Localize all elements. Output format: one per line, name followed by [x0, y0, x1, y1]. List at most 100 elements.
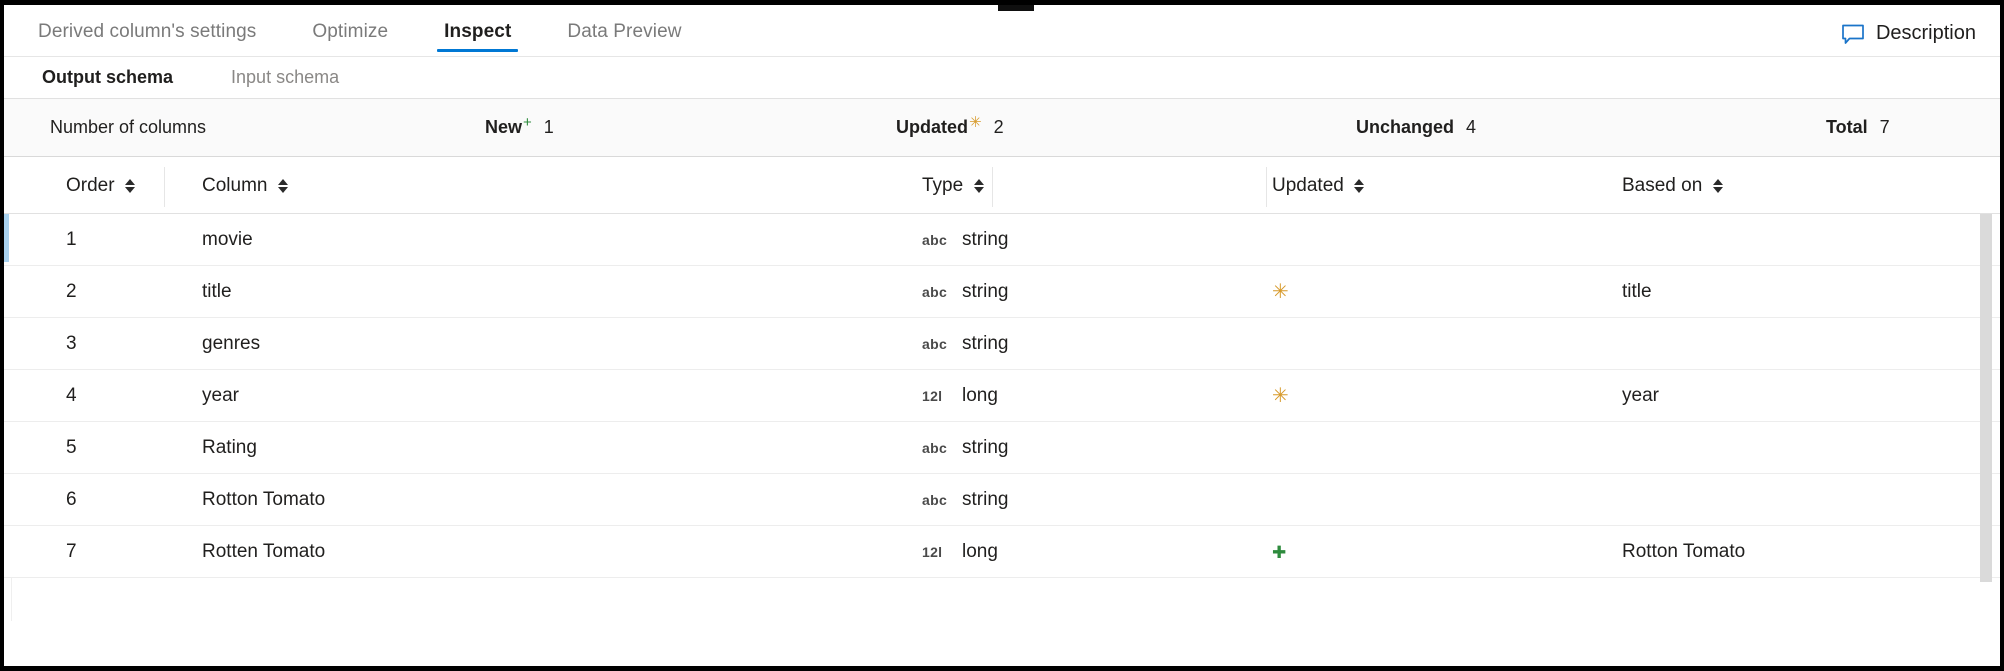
sort-icon[interactable] [973, 176, 984, 196]
cell-column: movie [202, 214, 253, 266]
cell-column: Rotton Tomato [202, 474, 325, 526]
tab-label: Data Preview [567, 21, 681, 42]
cell-column: genres [202, 318, 260, 370]
stat-updated: Updated ✳ 2 [896, 117, 1004, 138]
column-header-label: Order [66, 175, 115, 197]
schema-tab-input[interactable]: Input schema [231, 67, 339, 88]
column-header-column[interactable]: Column [202, 157, 288, 214]
schema-tab-label: Output schema [42, 67, 173, 87]
stat-updated-label: Updated [896, 117, 968, 138]
column-header-label: Updated [1272, 175, 1344, 197]
column-header-label: Based on [1622, 175, 1702, 197]
vertical-scrollbar[interactable] [1980, 214, 1992, 614]
cell-order: 5 [66, 422, 77, 474]
stat-updated-value: 2 [994, 117, 1004, 138]
sort-icon[interactable] [125, 176, 136, 196]
new-plus-icon: + [523, 115, 532, 130]
type-label: long [962, 385, 998, 407]
type-string-icon: abc [922, 284, 948, 300]
description-label: Description [1876, 22, 1976, 45]
type-string-icon: abc [922, 232, 948, 248]
tab-derived-column-settings[interactable]: Derived column's settings [38, 21, 256, 56]
new-plus-icon: ✚ [1272, 544, 1286, 561]
window-notch [998, 5, 1034, 11]
description-button[interactable]: Description [1841, 22, 1976, 45]
type-string-icon: abc [922, 492, 948, 508]
table-row[interactable]: 6 Rotton Tomato abc string [4, 474, 2000, 526]
stat-unchanged-value: 4 [1466, 117, 1476, 138]
type-label: string [962, 229, 1008, 251]
tab-inspect[interactable]: Inspect [444, 21, 511, 56]
tab-label: Inspect [444, 21, 511, 42]
cell-type: abc string [922, 214, 1008, 266]
header-divider [1266, 167, 1267, 207]
cell-type: abc string [922, 474, 1008, 526]
table-row[interactable]: 2 title abc string ✳ title [4, 266, 2000, 318]
cell-type: 12l long [922, 370, 998, 422]
table-row[interactable]: 1 movie abc string [4, 214, 2000, 266]
stat-new-label: New [485, 117, 522, 138]
type-label: string [962, 333, 1008, 355]
cell-column: Rotten Tomato [202, 526, 325, 578]
cell-updated-flag: ✳ [1272, 370, 1289, 422]
tab-label: Optimize [312, 21, 388, 42]
column-header-type[interactable]: Type [922, 157, 984, 214]
cell-order: 1 [66, 214, 77, 266]
column-header-label: Type [922, 175, 963, 197]
cell-type: abc string [922, 422, 1008, 474]
table-row[interactable]: 3 genres abc string [4, 318, 2000, 370]
schema-table: Order Column Type Updated Based on [4, 157, 2000, 621]
column-header-updated[interactable]: Updated [1272, 157, 1365, 214]
type-label: string [962, 489, 1008, 511]
cell-type: abc string [922, 318, 1008, 370]
sort-icon[interactable] [1354, 176, 1365, 196]
column-header-order[interactable]: Order [66, 157, 136, 214]
cell-column: Rating [202, 422, 257, 474]
type-string-icon: abc [922, 336, 948, 352]
scrollbar-thumb[interactable] [1980, 214, 1992, 582]
column-header-based-on[interactable]: Based on [1622, 157, 1723, 214]
cell-based-on: Rotton Tomato [1622, 526, 1745, 578]
summary-label: Number of columns [50, 117, 206, 138]
cell-column: year [202, 370, 239, 422]
type-label: long [962, 541, 998, 563]
inspect-panel: Derived column's settings Optimize Inspe… [0, 0, 2004, 671]
table-row[interactable]: 4 year 12l long ✳ year [4, 370, 2000, 422]
cell-updated-flag: ✚ [1272, 526, 1286, 578]
stat-unchanged-label: Unchanged [1356, 117, 1454, 138]
sort-icon[interactable] [1712, 176, 1723, 196]
table-header-row: Order Column Type Updated Based on [4, 157, 2000, 214]
cell-order: 7 [66, 526, 77, 578]
sort-icon[interactable] [277, 176, 288, 196]
updated-asterisk-icon: ✳ [1272, 386, 1289, 406]
type-label: string [962, 281, 1008, 303]
schema-tab-label: Input schema [231, 67, 339, 87]
type-string-icon: abc [922, 440, 948, 456]
cell-order: 3 [66, 318, 77, 370]
stat-new-value: 1 [544, 117, 554, 138]
tab-label: Derived column's settings [38, 21, 256, 42]
cell-type: abc string [922, 266, 1008, 318]
cell-type: 12l long [922, 526, 998, 578]
comment-icon [1841, 23, 1865, 45]
stat-total-value: 7 [1880, 117, 1890, 138]
cell-based-on: title [1622, 266, 1652, 318]
cell-based-on: year [1622, 370, 1659, 422]
table-row[interactable]: 7 Rotten Tomato 12l long ✚ Rotton Tomato [4, 526, 2000, 578]
cell-order: 2 [66, 266, 77, 318]
tab-data-preview[interactable]: Data Preview [567, 21, 681, 56]
type-label: string [962, 437, 1008, 459]
table-body: 1 movie abc string 2 title abc string [4, 214, 2000, 621]
tab-optimize[interactable]: Optimize [312, 21, 388, 56]
header-divider [992, 167, 993, 207]
stat-total-label: Total [1826, 117, 1868, 138]
table-row[interactable]: 5 Rating abc string [4, 422, 2000, 474]
schema-tab-output[interactable]: Output schema [42, 67, 173, 88]
main-tabbar: Derived column's settings Optimize Inspe… [4, 5, 2000, 57]
type-long-icon: 12l [922, 388, 948, 404]
cell-order: 6 [66, 474, 77, 526]
header-divider [164, 167, 165, 207]
cell-updated-flag: ✳ [1272, 266, 1289, 318]
column-header-label: Column [202, 175, 267, 197]
row-selection-accent [4, 214, 9, 262]
